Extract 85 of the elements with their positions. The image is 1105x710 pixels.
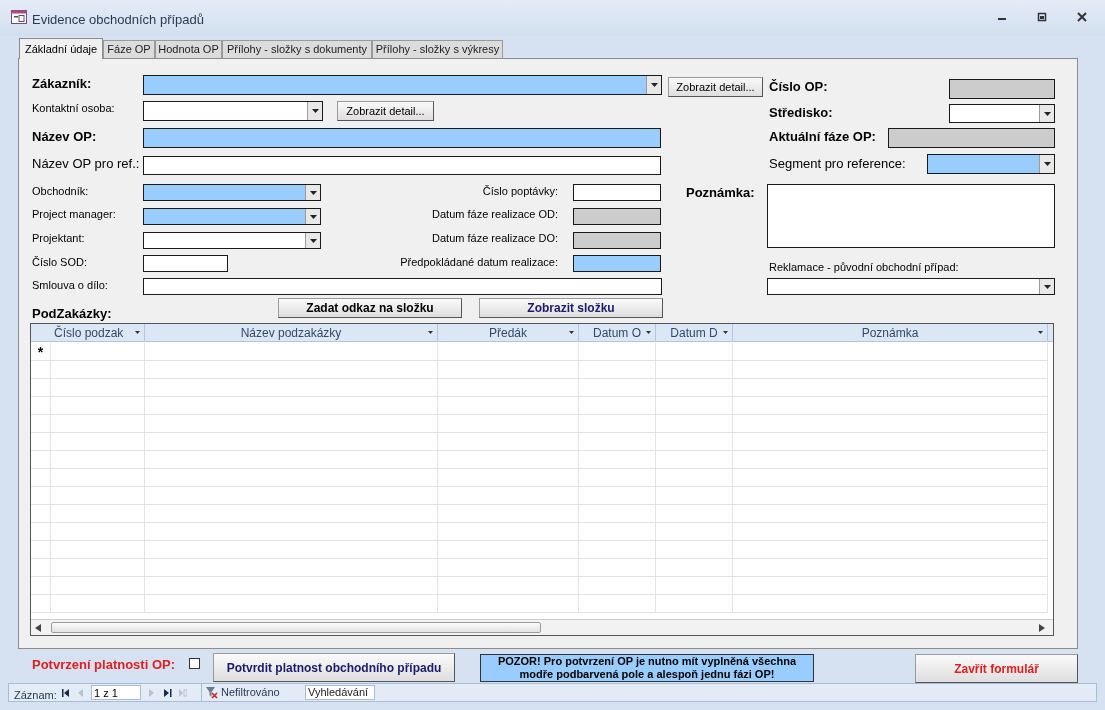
- dropdown-icon[interactable]: [1038, 331, 1043, 334]
- input-field[interactable]: [888, 128, 1055, 148]
- search-field[interactable]: Vyhledávání: [305, 685, 375, 700]
- dropdown-icon[interactable]: [305, 233, 320, 248]
- scroll-left-icon[interactable]: [35, 624, 41, 632]
- memo-field[interactable]: [767, 184, 1055, 248]
- button[interactable]: Zobrazit detail...: [337, 101, 434, 121]
- field-label: Číslo poptávky:: [482, 186, 558, 197]
- input-field[interactable]: [949, 79, 1055, 99]
- field-label: Project manager:: [32, 209, 116, 220]
- record-number-field[interactable]: 1 z 1: [91, 685, 141, 700]
- new-row-marker: *: [37, 344, 44, 359]
- scroll-right-icon[interactable]: [1039, 624, 1045, 632]
- column-header[interactable]: Datum D: [656, 324, 733, 342]
- scrollbar-thumb[interactable]: [51, 622, 541, 633]
- combo-box[interactable]: [927, 154, 1055, 174]
- subform-title: PodZakázky:: [32, 305, 112, 323]
- dropdown-icon[interactable]: [135, 331, 140, 334]
- column-header[interactable]: Poznámka: [733, 324, 1048, 342]
- input-field[interactable]: [573, 208, 661, 225]
- input-field[interactable]: [143, 156, 661, 175]
- close-icon[interactable]: [1076, 11, 1088, 23]
- field-label: Název OP:: [32, 130, 97, 143]
- dropdown-icon[interactable]: [1039, 155, 1054, 173]
- filter-button[interactable]: Nefiltrováno: [201, 684, 284, 701]
- horizontal-scrollbar[interactable]: [31, 619, 1053, 635]
- confirm-button[interactable]: Potvrdit platnost obchodního případu: [213, 653, 455, 682]
- dropdown-icon[interactable]: [723, 331, 728, 334]
- combo-box[interactable]: [143, 232, 321, 249]
- field-label: Kontaktní osoba:: [32, 103, 115, 114]
- input-field[interactable]: [143, 128, 661, 148]
- field-label: Předpokládané datum realizace:: [400, 257, 558, 268]
- button[interactable]: Zadat odkaz na složku: [278, 298, 462, 318]
- field-label: Zákazník:: [32, 77, 92, 90]
- column-header[interactable]: Předák: [438, 324, 579, 342]
- input-field[interactable]: [143, 278, 662, 295]
- combo-box[interactable]: [949, 104, 1055, 123]
- record-label: Záznam:: [14, 688, 57, 703]
- field-label: Datum fáze realizace OD:: [432, 209, 558, 220]
- window-title: Evidence obchodních případů: [32, 11, 204, 29]
- combo-box[interactable]: [143, 75, 662, 95]
- dropdown-icon[interactable]: [1039, 105, 1054, 122]
- field-label: Poznámka:: [686, 186, 755, 199]
- dropdown-icon[interactable]: [646, 76, 661, 94]
- dropdown-icon[interactable]: [428, 331, 433, 334]
- field-label: Číslo SOD:: [32, 257, 87, 268]
- combo-box[interactable]: [767, 278, 1055, 295]
- first-record-icon[interactable]: [62, 689, 70, 697]
- filter-icon: [206, 686, 218, 699]
- checkbox[interactable]: [189, 658, 200, 669]
- dropdown-icon[interactable]: [305, 185, 320, 200]
- close-form-button[interactable]: Zavřít formulář: [915, 654, 1078, 683]
- field-label: Aktuální fáze OP:: [769, 130, 876, 143]
- dropdown-icon[interactable]: [307, 102, 322, 120]
- input-field[interactable]: [573, 232, 661, 249]
- dropdown-icon[interactable]: [1039, 279, 1054, 294]
- confirm-label: Potvrzení platnosti OP:: [32, 656, 175, 674]
- combo-box[interactable]: [143, 184, 321, 201]
- column-header[interactable]: Název podzakázky: [145, 324, 438, 342]
- restore-icon[interactable]: [1036, 11, 1048, 23]
- tab[interactable]: Základní údaje: [19, 38, 103, 59]
- combo-box[interactable]: [143, 208, 321, 225]
- field-label: Obchodník:: [32, 186, 89, 197]
- dropdown-icon[interactable]: [646, 331, 651, 334]
- column-header[interactable]: Datum O: [579, 324, 656, 342]
- input-field[interactable]: [573, 255, 661, 272]
- last-record-icon[interactable]: [164, 689, 172, 697]
- field-label: Projektant:: [32, 233, 85, 244]
- warning-message: POZOR! Pro potvrzení OP je nutno mít vyplněná všechna modře podbarvená pole a alespoň jednu fázi OP!: [480, 654, 814, 682]
- field-label: Reklamace - původní obchodní případ:: [769, 262, 959, 273]
- field-label: Segment pro reference:: [769, 157, 906, 170]
- form-icon: [11, 10, 27, 24]
- input-field[interactable]: [143, 255, 228, 272]
- field-label: Datum fáze realizace DO:: [432, 233, 558, 244]
- field-label: Smlouva o dílo:: [32, 280, 108, 291]
- button[interactable]: Zobrazit detail...: [668, 77, 763, 97]
- field-label: Název OP pro ref.:: [32, 157, 140, 170]
- input-field[interactable]: [573, 184, 661, 201]
- combo-box[interactable]: [143, 101, 323, 121]
- field-label: Středisko:: [769, 106, 833, 119]
- column-header[interactable]: Číslo podzak: [51, 324, 145, 342]
- dropdown-icon[interactable]: [305, 209, 320, 224]
- field-label: Číslo OP:: [769, 80, 828, 93]
- dropdown-icon[interactable]: [569, 331, 574, 334]
- button[interactable]: Zobrazit složku: [479, 298, 663, 318]
